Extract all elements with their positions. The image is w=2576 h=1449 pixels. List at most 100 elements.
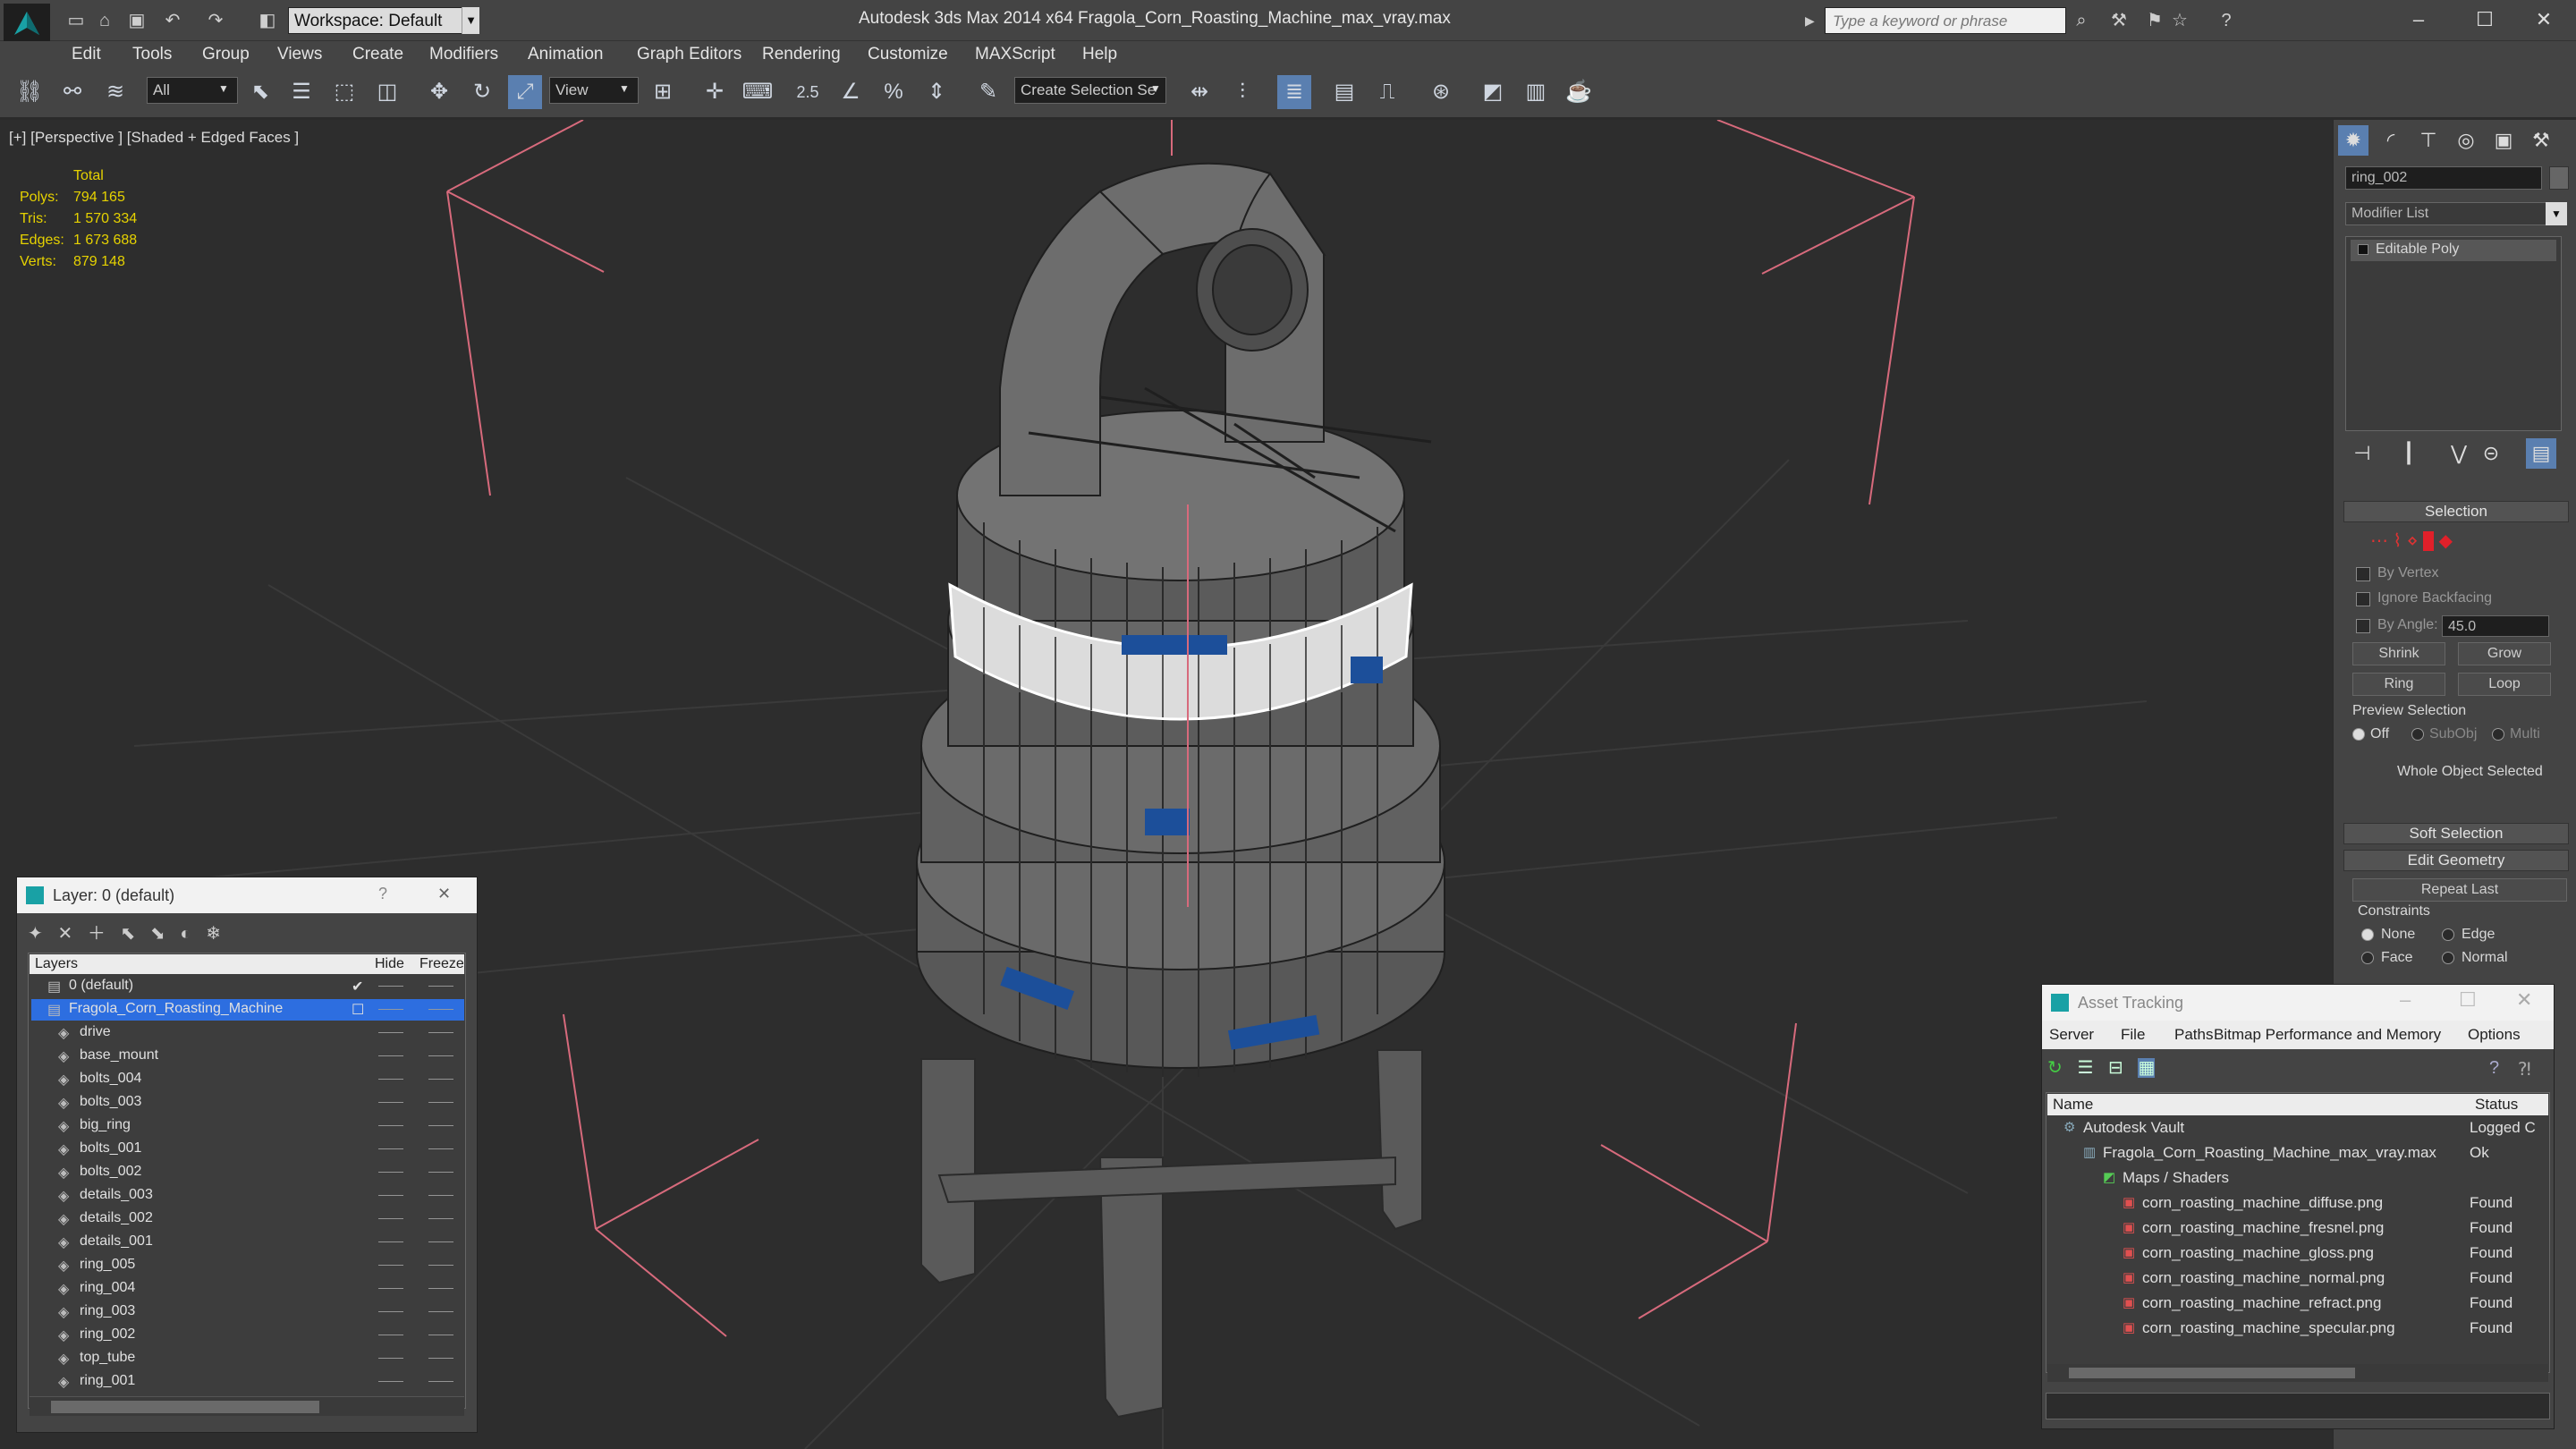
freeze-toggle[interactable]: —— xyxy=(428,1024,453,1038)
help-button[interactable]: ? xyxy=(378,885,387,903)
layer-object-row[interactable]: ◈ details_002 —— —— xyxy=(31,1208,464,1230)
scale-icon[interactable]: ⤢ xyxy=(508,75,542,109)
asset-row[interactable]: ▣ corn_roasting_machine_normal.png Found xyxy=(2047,1267,2534,1291)
create-layer-icon[interactable]: ✦ xyxy=(28,924,43,944)
layer-object-row[interactable]: ◈ ring_005 —— —— xyxy=(31,1255,464,1276)
save-icon[interactable]: ▣ xyxy=(125,9,148,32)
asset-menu-options[interactable]: Options xyxy=(2468,1026,2521,1044)
preview-multi-radio[interactable] xyxy=(2492,728,2504,741)
layer-default[interactable]: ▤ 0 (default) ✔ —— —— xyxy=(31,976,464,997)
utilities-tab-icon[interactable]: ⚒ xyxy=(2526,125,2556,156)
col-freeze[interactable]: Freeze xyxy=(419,956,464,972)
minimize-icon[interactable]: – xyxy=(2386,4,2451,36)
hide-toggle[interactable]: —— xyxy=(378,1233,403,1248)
layer-object-row[interactable]: ◈ big_ring —— —— xyxy=(31,1115,464,1137)
layer-object-row[interactable]: ◈ ring_004 —— —— xyxy=(31,1278,464,1300)
new-file-icon[interactable]: ▭ xyxy=(64,9,88,32)
current-layer-check-icon[interactable]: ✔ xyxy=(352,978,363,996)
freeze-toggle[interactable]: —— xyxy=(428,1303,453,1318)
layer-object-row[interactable]: ◈ drive —— —— xyxy=(31,1022,464,1044)
hide-toggle[interactable]: —— xyxy=(378,1373,403,1387)
freeze-toggle[interactable]: —— xyxy=(428,1001,453,1015)
close-icon[interactable]: ✕ xyxy=(437,885,451,903)
named-selection-dropdown[interactable]: Create Selection Se xyxy=(1014,77,1166,104)
menu-help[interactable]: Help xyxy=(1082,45,1117,64)
select-by-name-icon[interactable]: ☰ xyxy=(284,75,318,109)
edit-named-selection-icon[interactable]: ✎ xyxy=(971,75,1005,109)
hide-toggle[interactable]: —— xyxy=(378,1350,403,1364)
render-setup-icon[interactable]: ▥ xyxy=(1519,75,1553,109)
grow-button[interactable]: Grow xyxy=(2458,642,2551,665)
bind-space-warp-icon[interactable]: ≋ xyxy=(98,75,132,109)
rect-selection-icon[interactable]: ⬚ xyxy=(327,75,361,109)
table-view-icon[interactable]: ▦ xyxy=(2138,1058,2156,1078)
col-name[interactable]: Name xyxy=(2053,1096,2093,1114)
ignore-backfacing-checkbox[interactable] xyxy=(2356,592,2370,606)
spinner-snap-icon[interactable]: ⇕ xyxy=(919,75,953,109)
by-angle-checkbox[interactable] xyxy=(2356,619,2370,633)
keyboard-shortcut-icon[interactable]: ⌨ xyxy=(741,75,775,109)
asset-hscrollbar[interactable] xyxy=(2047,1364,2548,1382)
select-manipulate-icon[interactable]: ✛ xyxy=(698,75,732,109)
modify-tab-icon[interactable]: ◜ xyxy=(2376,125,2406,156)
chevron-down-icon[interactable]: ▼ xyxy=(2546,202,2567,225)
mirror-icon[interactable]: ⇹ xyxy=(1182,75,1216,109)
hide-toggle[interactable]: —— xyxy=(378,1326,403,1341)
freeze-all-icon[interactable]: ❄ xyxy=(206,924,221,944)
menu-edit[interactable]: Edit xyxy=(72,45,101,64)
col-hide[interactable]: Hide xyxy=(375,956,404,972)
modifier-list-dropdown[interactable]: Modifier List xyxy=(2345,202,2549,225)
make-unique-icon[interactable]: ⋁ xyxy=(2444,438,2474,469)
hierarchy-tab-icon[interactable]: ⊤ xyxy=(2413,125,2444,156)
hide-all-icon[interactable]: ◐ xyxy=(180,924,191,944)
menu-animation[interactable]: Animation xyxy=(528,45,604,64)
configure-sets-icon[interactable]: ▤ xyxy=(2526,438,2556,469)
create-tab-sun-icon[interactable]: ✹ xyxy=(2338,125,2368,156)
asset-row[interactable]: ▣ corn_roasting_machine_specular.png Found xyxy=(2047,1318,2534,1341)
maximize-icon[interactable]: ☐ xyxy=(2459,988,2477,1012)
highlight-layer-icon[interactable]: ⬊ xyxy=(150,924,165,944)
context-help-icon[interactable]: ⁈ xyxy=(2518,1058,2531,1080)
percent-snap-icon[interactable]: % xyxy=(877,75,911,109)
link-icon[interactable]: ⛓ xyxy=(13,75,47,109)
layer-manager-icon[interactable]: ≣ xyxy=(1277,75,1311,109)
render-teapot-icon[interactable]: ☕ xyxy=(1562,75,1596,109)
open-file-icon[interactable]: ⌂ xyxy=(93,9,116,32)
menu-create[interactable]: Create xyxy=(352,45,403,64)
hide-toggle[interactable]: —— xyxy=(378,1164,403,1178)
freeze-toggle[interactable]: —— xyxy=(428,1280,453,1294)
hide-toggle[interactable]: —— xyxy=(378,1094,403,1108)
delete-layer-icon[interactable]: ✕ xyxy=(57,924,72,944)
hide-toggle[interactable]: —— xyxy=(378,1117,403,1131)
by-vertex-checkbox[interactable] xyxy=(2356,567,2370,581)
freeze-toggle[interactable]: —— xyxy=(428,1071,453,1085)
chevron-down-icon[interactable]: ▼ xyxy=(462,7,479,34)
align-icon[interactable]: ⫶ xyxy=(1225,75,1259,109)
layer-main[interactable]: ▤ Fragola_Corn_Roasting_Machine ☐ —— —— xyxy=(31,999,464,1021)
layer-object-row[interactable]: ◈ bolts_002 —— —— xyxy=(31,1162,464,1183)
scroll-thumb[interactable] xyxy=(2069,1368,2355,1378)
asset-row[interactable]: ▣ corn_roasting_machine_gloss.png Found xyxy=(2047,1242,2534,1266)
hide-toggle[interactable]: —— xyxy=(378,1140,403,1155)
object-name-field[interactable]: ring_002 xyxy=(2345,166,2542,190)
asset-menu-paths[interactable]: Paths xyxy=(2174,1026,2213,1044)
layer-object-row[interactable]: ◈ bolts_004 —— —— xyxy=(31,1069,464,1090)
hide-toggle[interactable]: —— xyxy=(378,1047,403,1062)
constraint-normal-radio[interactable] xyxy=(2442,952,2454,964)
asset-row[interactable]: ▣ corn_roasting_machine_diffuse.png Found xyxy=(2047,1192,2534,1216)
close-icon[interactable]: ✕ xyxy=(2516,988,2532,1012)
move-icon[interactable]: ✥ xyxy=(422,75,456,109)
preview-off-radio[interactable] xyxy=(2352,728,2365,741)
freeze-toggle[interactable]: —— xyxy=(428,1350,453,1364)
add-to-layer-icon[interactable]: ＋ xyxy=(88,924,106,944)
menu-views[interactable]: Views xyxy=(277,45,322,64)
asset-path-field[interactable] xyxy=(2046,1393,2550,1419)
asset-menu-server[interactable]: Server xyxy=(2049,1026,2094,1044)
select-object-icon[interactable]: ⬉ xyxy=(243,75,277,109)
asset-row[interactable]: ▣ corn_roasting_machine_refract.png Found xyxy=(2047,1292,2534,1316)
layer-hscrollbar[interactable] xyxy=(30,1396,464,1416)
hide-toggle[interactable]: —— xyxy=(378,1303,403,1318)
asset-row[interactable]: ▥ Fragola_Corn_Roasting_Machine_max_vray.… xyxy=(2047,1142,2534,1165)
rollout-edit-geometry[interactable]: Edit Geometry xyxy=(2343,850,2569,871)
freeze-toggle[interactable]: —— xyxy=(428,1326,453,1341)
